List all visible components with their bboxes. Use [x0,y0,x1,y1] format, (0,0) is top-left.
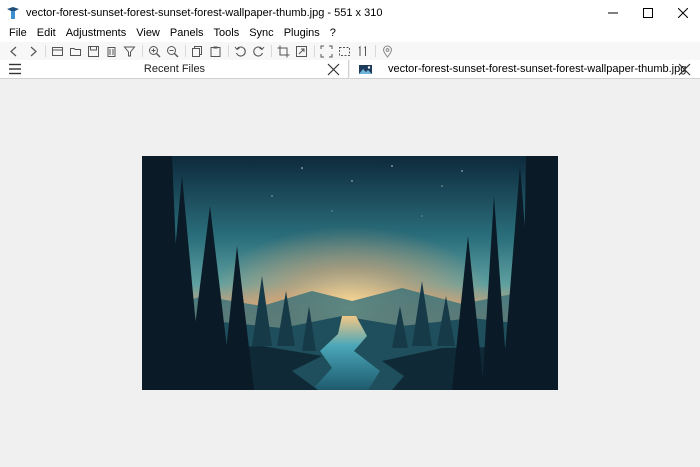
zoom-out-icon [167,45,179,57]
menu-plugins[interactable]: Plugins [279,25,325,42]
filter-icon [123,46,136,56]
location-icon [382,45,393,58]
copy-icon [192,45,202,57]
toolbar-separator [142,45,143,57]
close-icon[interactable] [327,63,340,76]
minimize-icon [607,12,618,13]
panel-title: Recent Files [143,63,206,75]
title-bar: vector-forest-sunset-forest-sunset-fores… [0,0,700,25]
resize-button[interactable] [293,43,310,59]
close-icon[interactable] [678,63,691,76]
recent-files-panel-header: Recent Files [0,60,349,79]
window-controls [595,0,700,25]
save-button[interactable] [85,43,102,59]
actual-size-button[interactable] [354,43,371,59]
displayed-image [142,156,558,390]
selection-button[interactable] [336,43,353,59]
minimize-button[interactable] [595,0,630,25]
paste-icon [210,46,221,57]
open-file-icon [52,46,63,56]
rotate-left-button[interactable] [232,43,249,59]
toolbar-separator [314,45,315,57]
menu-sync[interactable]: Sync [244,25,278,42]
toolbar-separator [45,45,46,57]
menu-file[interactable]: File [4,25,32,42]
toolbar [0,42,700,60]
delete-icon [107,46,116,57]
paste-button[interactable] [207,43,224,59]
rotate-right-icon [253,46,265,57]
zoom-out-button[interactable] [164,43,181,59]
maximize-icon [642,7,653,18]
document-tab[interactable]: vector-forest-sunset-forest-sunset-fores… [350,60,700,79]
forest-sunset-image [142,156,558,390]
rotate-left-icon [234,46,246,57]
open-folder-button[interactable] [67,43,84,59]
crop-button[interactable] [275,43,292,59]
selection-icon [339,46,350,56]
image-file-icon [359,65,372,74]
menu-adjustments[interactable]: Adjustments [61,25,132,42]
back-icon [10,46,17,56]
window-title: vector-forest-sunset-forest-sunset-fores… [26,6,383,19]
menu-tools[interactable]: Tools [209,25,245,42]
zoom-in-icon [149,45,161,57]
back-button[interactable] [6,43,23,59]
rotate-right-button[interactable] [250,43,267,59]
forward-icon [30,46,37,56]
delete-button[interactable] [103,43,120,59]
crop-icon [277,45,290,57]
toolbar-separator [271,45,272,57]
toolbar-separator [375,45,376,57]
menu-bar: File Edit Adjustments View Panels Tools … [0,25,700,42]
actual-size-icon [358,45,366,56]
location-button[interactable] [379,43,396,59]
fit-screen-button[interactable] [318,43,335,59]
close-window-button[interactable] [665,0,700,25]
maximize-button[interactable] [630,0,665,25]
menu-panels[interactable]: Panels [165,25,209,42]
save-icon [88,45,99,57]
tab-title: vector-forest-sunset-forest-sunset-fores… [388,63,687,75]
filter-button[interactable] [121,43,138,59]
resize-icon [296,45,307,57]
zoom-in-button[interactable] [146,43,163,59]
toolbar-separator [228,45,229,57]
toolbar-separator [185,45,186,57]
image-viewer-canvas[interactable] [0,80,700,467]
fit-screen-icon [320,45,333,57]
copy-button[interactable] [189,43,206,59]
menu-help[interactable]: ? [325,25,341,42]
open-folder-icon [70,47,81,56]
app-logo-icon [6,6,20,20]
menu-edit[interactable]: Edit [32,25,61,42]
open-file-button[interactable] [49,43,66,59]
forward-button[interactable] [24,43,41,59]
menu-view[interactable]: View [131,25,165,42]
close-icon [677,7,688,18]
